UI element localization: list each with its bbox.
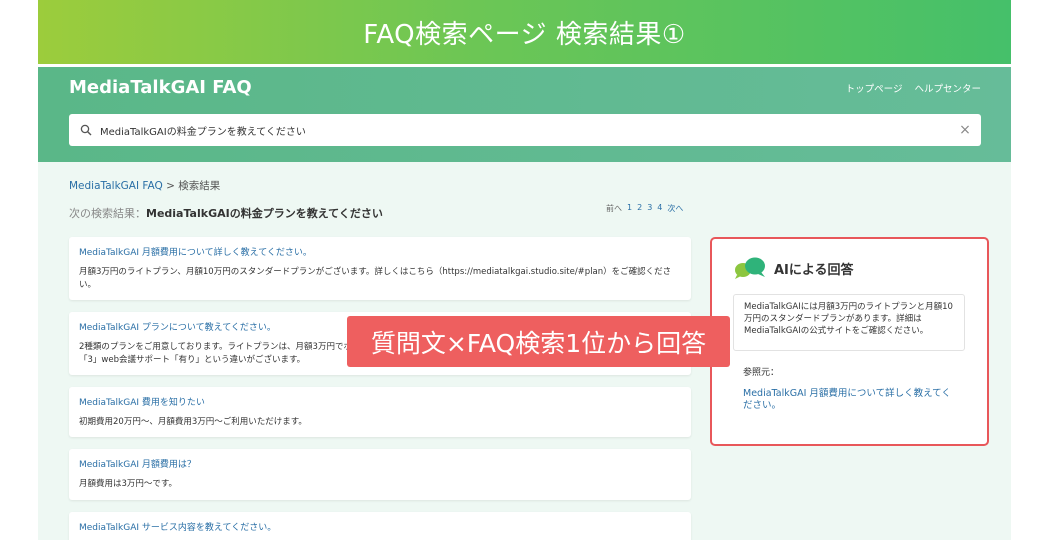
pagination-page-2[interactable]: 2: [637, 203, 642, 214]
pagination-next[interactable]: 次へ: [667, 203, 683, 214]
result-body: 月額3万円のライトプラン、月額10万円のスタンダードプランがございます。詳しくは…: [79, 267, 672, 290]
pagination: 前へ 1 2 3 4 次へ: [606, 203, 683, 214]
ai-panel-title: AIによる回答: [774, 262, 854, 278]
reference-link[interactable]: MediaTalkGAI 月額費用について詳しく教えてください。: [743, 388, 958, 412]
result-card: MediaTalkGAI 費用を知りたい 初期費用20万円〜、月額費用3万円〜ご…: [69, 387, 691, 437]
pagination-page-3[interactable]: 3: [647, 203, 652, 214]
results-query: MediaTalkGAIの料金プランを教えてください: [146, 207, 383, 220]
ai-answer-panel: AIによる回答 MediaTalkGAIには月額3万円のライトプランと月額10万…: [710, 237, 989, 446]
top-nav: トップページ ヘルプセンター: [846, 81, 981, 95]
title-banner: FAQ検索ページ 検索結果①: [38, 0, 1011, 64]
results-prefix: 次の検索結果：: [69, 207, 146, 220]
results-header: 次の検索結果：MediaTalkGAIの料金プランを教えてください: [69, 205, 383, 221]
site-header: MediaTalkGAI FAQ トップページ ヘルプセンター ×: [38, 67, 1011, 162]
result-card: MediaTalkGAI 月額費用は？ 月額費用は3万円〜です。: [69, 449, 691, 500]
pagination-page-4[interactable]: 4: [657, 203, 662, 214]
annotation-callout: 質問文×FAQ検索1位から回答: [347, 316, 730, 367]
search-input[interactable]: [100, 124, 955, 136]
breadcrumb-home[interactable]: MediaTalkGAI FAQ: [69, 180, 163, 192]
nav-help-center[interactable]: ヘルプセンター: [914, 81, 981, 95]
result-card: MediaTalkGAI 月額費用について詳しく教えてください。 月額3万円のラ…: [69, 237, 691, 300]
result-body: 初期費用20万円〜、月額費用3万円〜ご利用いただけます。: [79, 417, 307, 427]
result-card: MediaTalkGAI サービス内容を教えてください。: [69, 512, 691, 540]
nav-top-page[interactable]: トップページ: [846, 81, 903, 95]
search-bar: ×: [69, 114, 981, 146]
callout-text: 質問文×FAQ検索1位から回答: [370, 328, 707, 358]
breadcrumb-separator: >: [166, 180, 175, 192]
result-title[interactable]: MediaTalkGAI 月額費用について詳しく教えてください。: [79, 245, 681, 258]
ai-answer-text: MediaTalkGAIには月額3万円のライトプランと月額10万円のスタンダード…: [733, 294, 965, 351]
result-title[interactable]: MediaTalkGAI サービス内容を教えてください。: [79, 520, 681, 533]
brand-logo[interactable]: MediaTalkGAI FAQ: [69, 77, 252, 98]
result-body: 月額費用は3万円〜です。: [79, 479, 178, 489]
result-title[interactable]: MediaTalkGAI 費用を知りたい: [79, 395, 681, 408]
result-title[interactable]: MediaTalkGAI 月額費用は？: [79, 457, 681, 470]
faq-app: MediaTalkGAI FAQ トップページ ヘルプセンター × MediaT…: [38, 67, 1011, 540]
pagination-prev[interactable]: 前へ: [606, 203, 622, 214]
breadcrumb: MediaTalkGAI FAQ > 検索結果: [69, 178, 220, 193]
breadcrumb-current: 検索結果: [178, 180, 221, 192]
banner-title: FAQ検索ページ 検索結果①: [363, 19, 686, 50]
pagination-page-1[interactable]: 1: [627, 203, 632, 214]
chat-bubbles-icon: [735, 257, 765, 279]
search-icon: [80, 124, 92, 136]
reference-label: 参照元：: [743, 368, 780, 378]
clear-icon[interactable]: ×: [955, 122, 975, 138]
ai-panel-header: AIによる回答: [734, 257, 854, 279]
